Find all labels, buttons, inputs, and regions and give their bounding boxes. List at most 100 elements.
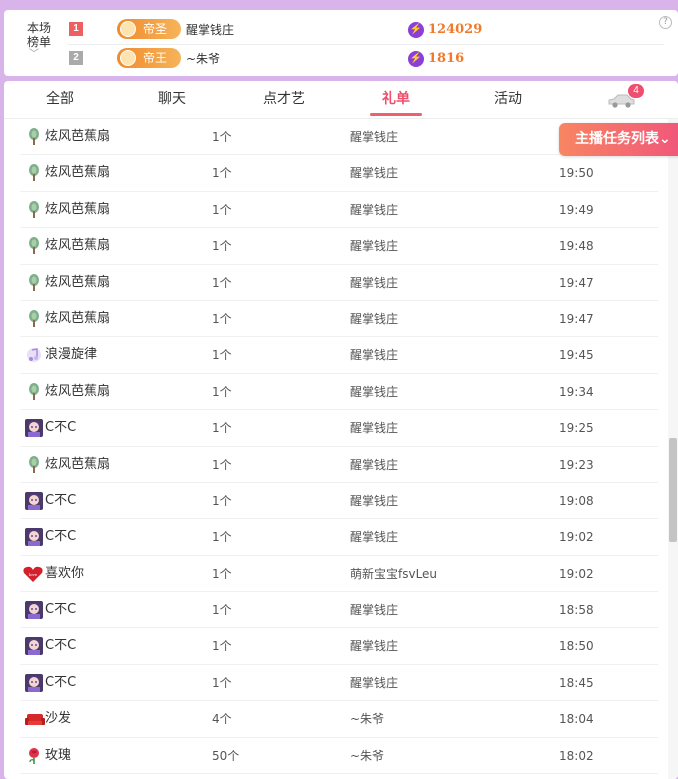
gift-count: 1个 [212, 239, 232, 254]
gift-name-label: 炫风芭蕉扇 [45, 129, 111, 144]
gift-count: 1个 [212, 493, 232, 508]
gift-count: 1个 [212, 348, 232, 363]
gift-name-label: 炫风芭蕉扇 [45, 201, 111, 217]
gift-time: 18:04 [559, 712, 594, 727]
melody-icon [25, 346, 43, 364]
lightning-icon: ⚡ [408, 22, 424, 38]
gift-row: C不C 1个 醒掌钱庄 18:45 [20, 665, 658, 702]
active-tab-indicator [370, 113, 422, 116]
gift-sender[interactable]: 醒掌钱庄 [350, 592, 398, 628]
gift-name-label: C不C [45, 638, 77, 654]
tab-all[interactable]: 全部 [32, 81, 88, 119]
gift-time: 19:02 [559, 530, 594, 545]
fan-icon [25, 273, 43, 292]
gift-row: 炫风芭蕉扇 1个 醒掌钱庄 19:47 [20, 265, 658, 301]
gift-row: C不C 1个 醒掌钱庄 19:25 [20, 410, 658, 447]
gift-sender[interactable]: 醒掌钱庄 [350, 119, 398, 155]
main-panel: 全部 聊天 点才艺 礼单 活动 4 主播任务列表⌄ 炫风芭蕉扇 1个 醒掌钱庄 炫风芭… [4, 81, 678, 779]
gift-time: 19:47 [559, 275, 594, 290]
tab-bar: 全部 聊天 点才艺 礼单 活动 4 [4, 81, 678, 119]
gift-name-label: C不C [45, 492, 77, 508]
gift-row: love 喜欢你 1个 萌新宝宝fsvLeu 19:02 [20, 556, 658, 593]
help-icon[interactable]: ? [659, 16, 672, 29]
gift-time: 18:45 [559, 675, 594, 690]
rank-score: ⚡ 124029 [408, 22, 483, 38]
gift-count: 1个 [212, 530, 232, 545]
gift-row: C不C 1个 醒掌钱庄 19:02 [20, 519, 658, 556]
gift-sender[interactable]: 醒掌钱庄 [350, 519, 398, 555]
gift-sender[interactable]: 醒掌钱庄 [350, 337, 398, 373]
gift-time: 19:08 [559, 493, 594, 508]
gift-row: 炫风芭蕉扇 1个 醒掌钱庄 19:49 [20, 192, 658, 229]
gift-sender[interactable]: 醒掌钱庄 [350, 155, 398, 191]
gift-time: 19:50 [559, 166, 594, 181]
gift-count: 1个 [212, 421, 232, 436]
gift-sender[interactable]: 醒掌钱庄 [350, 665, 398, 701]
gift-time: 19:34 [559, 384, 594, 399]
gift-name-label: 喜欢你 [45, 565, 85, 581]
rank-score: ⚡ 1816 [408, 51, 465, 67]
tab-activity[interactable]: 活动 [480, 81, 536, 119]
rose-icon [25, 747, 43, 765]
gift-time: 19:45 [559, 348, 594, 363]
gift-time: 19:23 [559, 457, 594, 472]
gift-name-label: 浪漫旋律 [45, 347, 98, 363]
gift-time: 19:25 [559, 421, 594, 436]
gift-name-label: 炫风芭蕉扇 [45, 310, 111, 326]
gift-name-label: C不C [45, 529, 77, 545]
gift-time: 19:48 [559, 239, 594, 254]
gift-sender[interactable]: ~朱爷 [350, 701, 384, 737]
rank-position: 2 [69, 51, 83, 65]
fan-icon [25, 237, 43, 255]
anime-avatar-icon [25, 491, 43, 510]
rank-board: 本场 榜单 ﹀ 1 帝圣 醒掌钱庄 ⚡ 124029 2 帝王 ~朱爷 ⚡ 18… [4, 10, 678, 76]
gift-sender[interactable]: 醒掌钱庄 [350, 410, 398, 446]
rank-position: 1 [69, 22, 83, 36]
rank-entry: 2 帝王 ~朱爷 ⚡ 1816 [4, 47, 664, 71]
anime-avatar-icon [25, 419, 43, 438]
anime-avatar-icon [25, 637, 43, 656]
tab-talent[interactable]: 点才艺 [254, 81, 314, 119]
gift-count: 1个 [212, 166, 232, 181]
gift-name-label: C不C [45, 674, 77, 690]
gift-sender[interactable]: 醒掌钱庄 [350, 374, 398, 410]
gift-sender[interactable]: ~朱爷 [350, 738, 384, 774]
gift-time: 19:47 [559, 311, 594, 326]
anime-avatar-icon [25, 673, 43, 692]
gift-time: 18:50 [559, 639, 594, 654]
car-badge: 4 [628, 84, 644, 98]
rank-user-name[interactable]: 醒掌钱庄 [186, 21, 234, 39]
divider [68, 44, 664, 45]
fan-icon [25, 164, 43, 182]
gift-name-label: 炫风芭蕉扇 [45, 165, 111, 181]
gift-row: 浪漫旋律 1个 醒掌钱庄 19:45 [20, 337, 658, 374]
fan-icon [25, 382, 43, 401]
gift-time: 19:49 [559, 202, 594, 217]
gift-row: C不C 1个 醒掌钱庄 18:50 [20, 628, 658, 665]
gift-row: 炫风芭蕉扇 1个 醒掌钱庄 19:34 [20, 374, 658, 411]
gift-sender[interactable]: 萌新宝宝fsvLeu [350, 556, 437, 592]
gift-sender[interactable]: 醒掌钱庄 [350, 228, 398, 264]
title-badge: 帝圣 [117, 19, 181, 39]
gift-row: 玫瑰 50个 ~朱爷 18:02 [20, 738, 658, 775]
gift-count: 1个 [212, 275, 232, 290]
gift-sender[interactable]: 醒掌钱庄 [350, 628, 398, 664]
gift-sender[interactable]: 醒掌钱庄 [350, 447, 398, 483]
gift-name-label: 玫瑰 [45, 747, 72, 763]
gift-sender[interactable]: 醒掌钱庄 [350, 192, 398, 228]
gift-row: 沙发 4个 ~朱爷 18:04 [20, 701, 658, 738]
medal-icon [120, 50, 136, 66]
gift-sender[interactable]: 醒掌钱庄 [350, 301, 398, 337]
rank-entry: 1 帝圣 醒掌钱庄 ⚡ 124029 [4, 18, 664, 42]
heart-icon: love [22, 565, 43, 583]
gift-sender[interactable]: 醒掌钱庄 [350, 483, 398, 519]
scrollbar-thumb[interactable] [669, 438, 677, 542]
anchor-task-list-button[interactable]: 主播任务列表⌄ [559, 123, 678, 156]
gift-count: 50个 [212, 748, 240, 763]
gift-count: 1个 [212, 202, 232, 217]
tab-chat[interactable]: 聊天 [144, 81, 200, 119]
gift-count: 1个 [212, 566, 232, 581]
gift-sender[interactable]: 醒掌钱庄 [350, 265, 398, 301]
chevron-down-icon: ⌄ [659, 131, 671, 147]
rank-user-name[interactable]: ~朱爷 [186, 50, 220, 68]
